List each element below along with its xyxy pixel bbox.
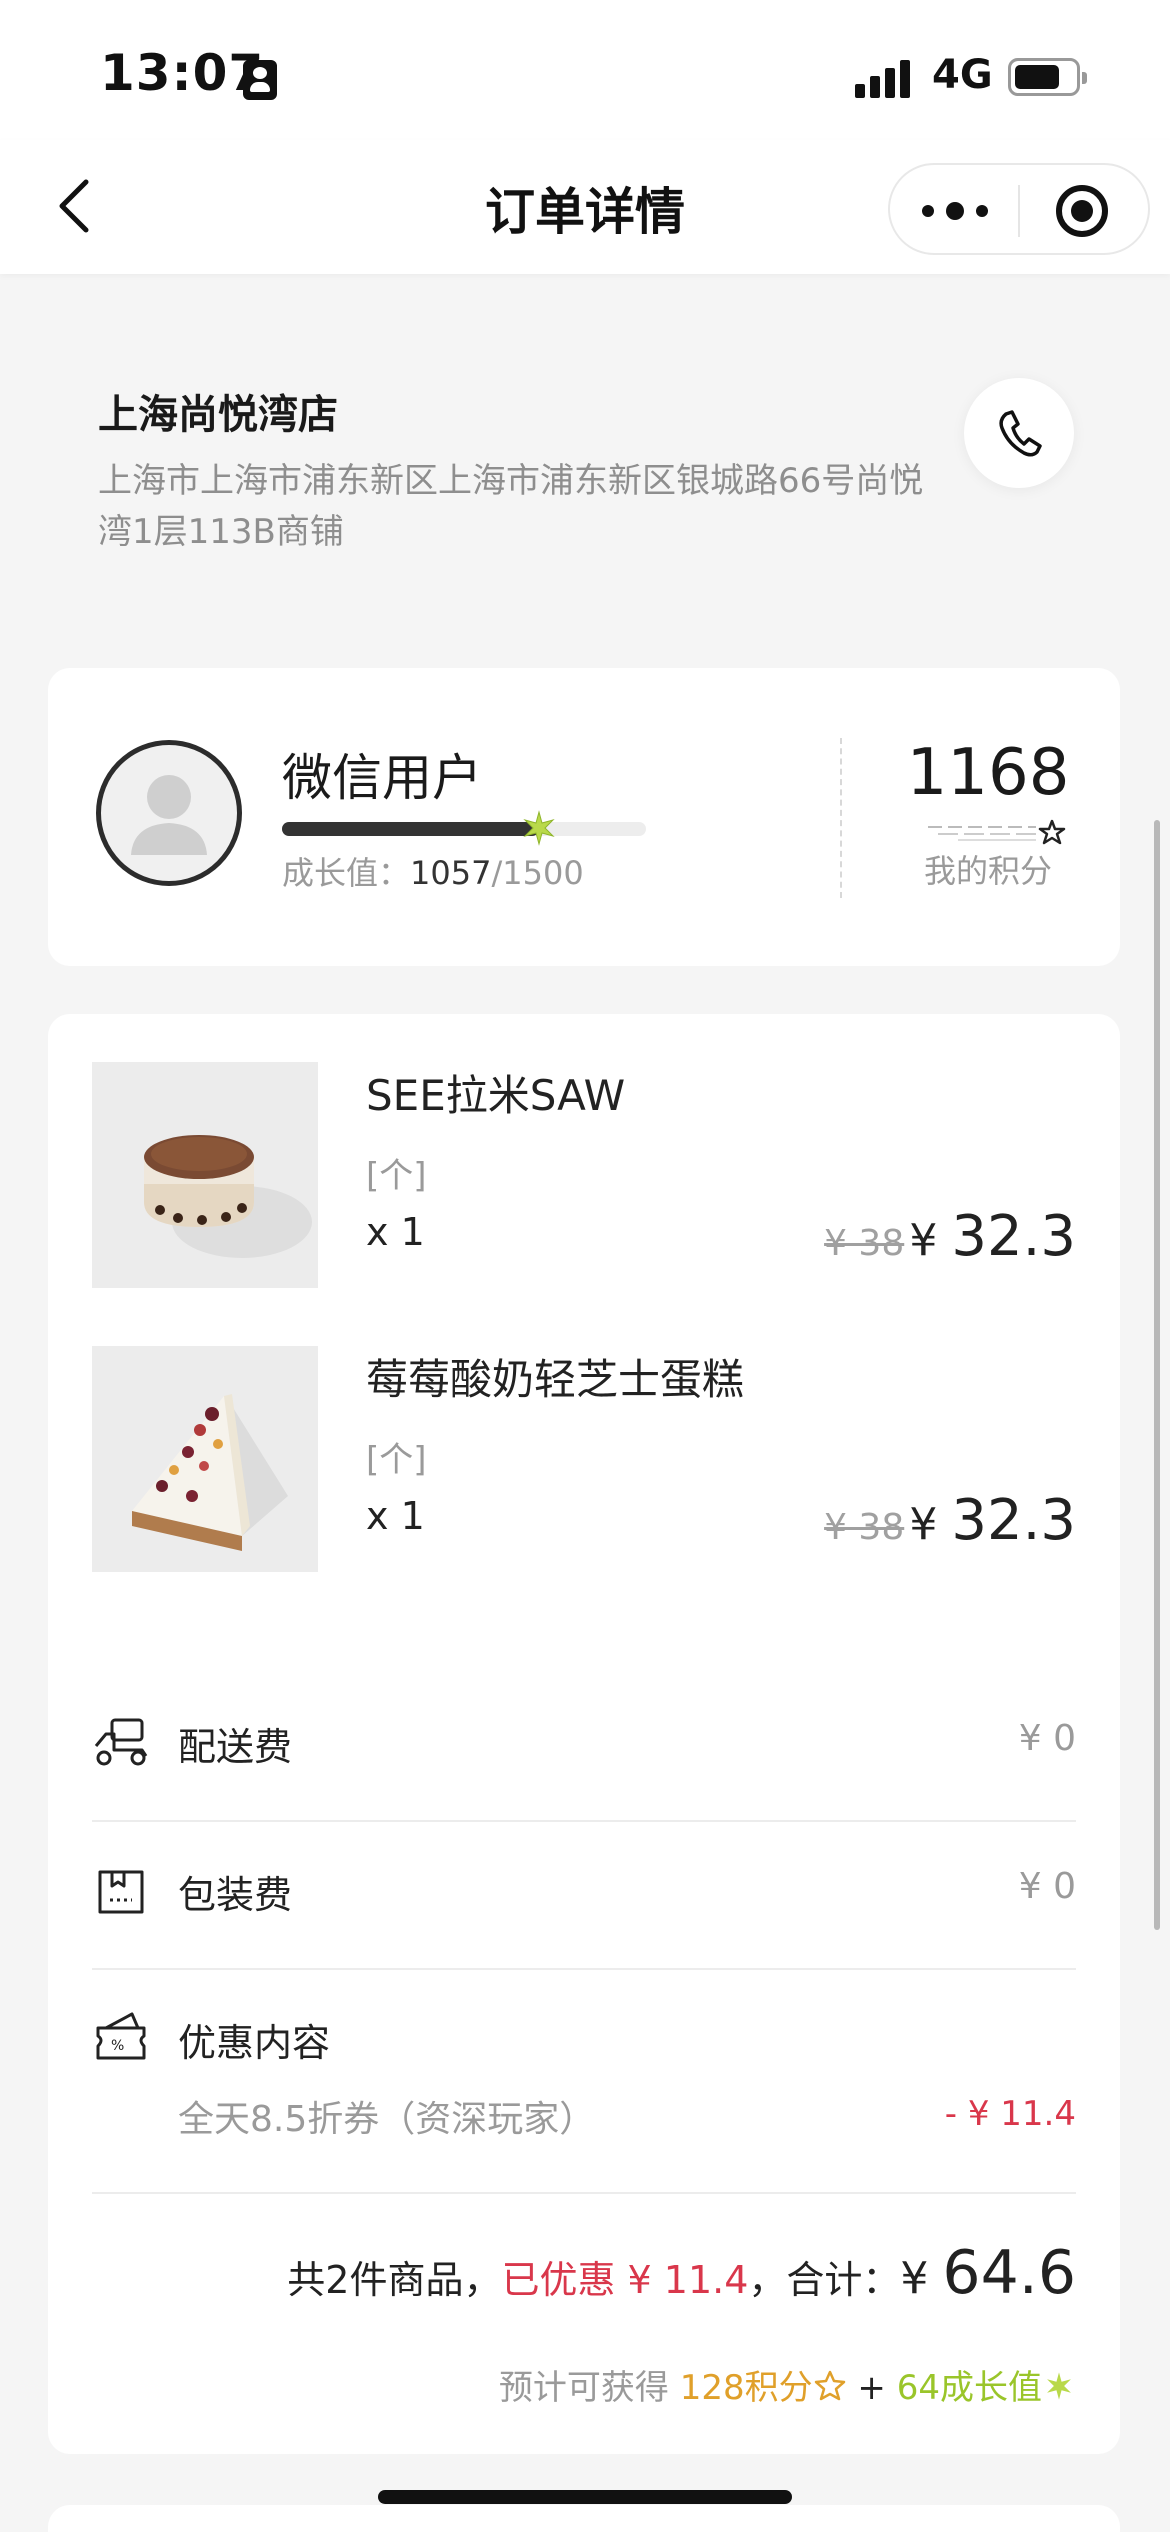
avatar <box>96 740 242 886</box>
product-price: ¥ 38 ¥ 32.3 <box>824 1204 1076 1269</box>
discount-ticket-icon: % <box>96 2012 146 2060</box>
capsule-divider <box>1018 185 1020 237</box>
id-card-icon <box>243 60 277 100</box>
target-icon[interactable] <box>1056 185 1108 237</box>
scrollbar[interactable] <box>1154 820 1160 1930</box>
delivery-fee-label: 配送费 <box>178 1725 293 1769</box>
package-box-icon <box>98 1870 144 1914</box>
product-quantity: x 1 <box>366 1210 425 1254</box>
sale-price: ¥ 32.3 <box>909 1488 1076 1553</box>
product-unit: [个] <box>366 1440 427 1480</box>
divider <box>840 738 842 898</box>
delivery-fee-value: ¥ 0 <box>1018 1718 1076 1759</box>
username: 微信用户 <box>282 749 482 807</box>
divider <box>92 2192 1076 2194</box>
delivery-scooter-icon <box>94 1718 148 1766</box>
growth-value: 成长值：1057/1500 <box>282 854 584 892</box>
discount-label: 优惠内容 <box>178 2021 331 2065</box>
mini-program-capsule <box>888 163 1150 255</box>
product-image[interactable] <box>92 1062 318 1288</box>
sale-price: ¥ 32.3 <box>909 1204 1076 1269</box>
battery-icon <box>1008 58 1087 96</box>
discount-value: - ¥ 11.4 <box>944 2094 1076 2134</box>
status-time: 13:07 <box>100 44 265 102</box>
points-star-icon <box>928 819 1066 845</box>
growth-progress-bar <box>282 810 646 846</box>
original-price: ¥ 38 <box>824 1223 905 1264</box>
next-card <box>48 2505 1120 2532</box>
call-store-button[interactable] <box>964 378 1074 488</box>
points-star-icon <box>814 2370 845 2401</box>
growth-progress-fill <box>282 822 539 836</box>
tiramisu-cup-image <box>92 1062 318 1288</box>
sparkle-icon <box>1047 2372 1071 2400</box>
estimated-rewards: 预计可获得 128积分 + 64成长值 <box>499 2360 1076 2409</box>
packaging-fee-label: 包装费 <box>178 1873 293 1917</box>
order-summary: 共2件商品，已优惠 ¥ 11.4，合计：¥ 64.6 <box>287 2238 1076 2308</box>
discount-item: 全天8.5折券（资深玩家） <box>178 2099 596 2140</box>
product-name: SEE拉米SAW <box>366 1071 626 1120</box>
points-label: 我的积分 <box>923 852 1052 890</box>
cheesecake-slice-image <box>92 1346 318 1572</box>
order-card: SEE拉米SAW [个] x 1 ¥ 38 ¥ 32.3 莓莓酸奶轻芝士蛋糕 [… <box>48 1014 1120 2454</box>
network-type: 4G <box>932 52 993 98</box>
product-image[interactable] <box>92 1346 318 1572</box>
store-address: 上海市上海市浦东新区上海市浦东新区银城路66号尚悦湾1层113B商铺 <box>98 461 924 552</box>
home-indicator[interactable] <box>378 2490 792 2504</box>
divider <box>92 1968 1076 1970</box>
order-total: 64.6 <box>942 2238 1076 2308</box>
phone-icon <box>999 410 1042 457</box>
product-price: ¥ 38 ¥ 32.3 <box>824 1488 1076 1553</box>
points-value: 1168 <box>906 736 1070 810</box>
store-name: 上海尚悦湾店 <box>98 392 338 438</box>
signal-icon <box>855 58 915 98</box>
svg-text:%: % <box>111 2038 124 2054</box>
member-card[interactable]: 微信用户 成长值：1057/1500 1168 我的积分 <box>48 668 1120 966</box>
product-unit: [个] <box>366 1156 427 1196</box>
saved-amount: 已优惠 ¥ 11.4 <box>501 2258 749 2302</box>
packaging-fee-value: ¥ 0 <box>1018 1866 1076 1907</box>
product-name: 莓莓酸奶轻芝士蛋糕 <box>366 1355 745 1404</box>
divider <box>92 1820 1076 1822</box>
sparkle-icon <box>522 810 555 846</box>
more-dots-icon[interactable] <box>916 191 1006 231</box>
product-quantity: x 1 <box>366 1494 425 1538</box>
original-price: ¥ 38 <box>824 1507 905 1548</box>
